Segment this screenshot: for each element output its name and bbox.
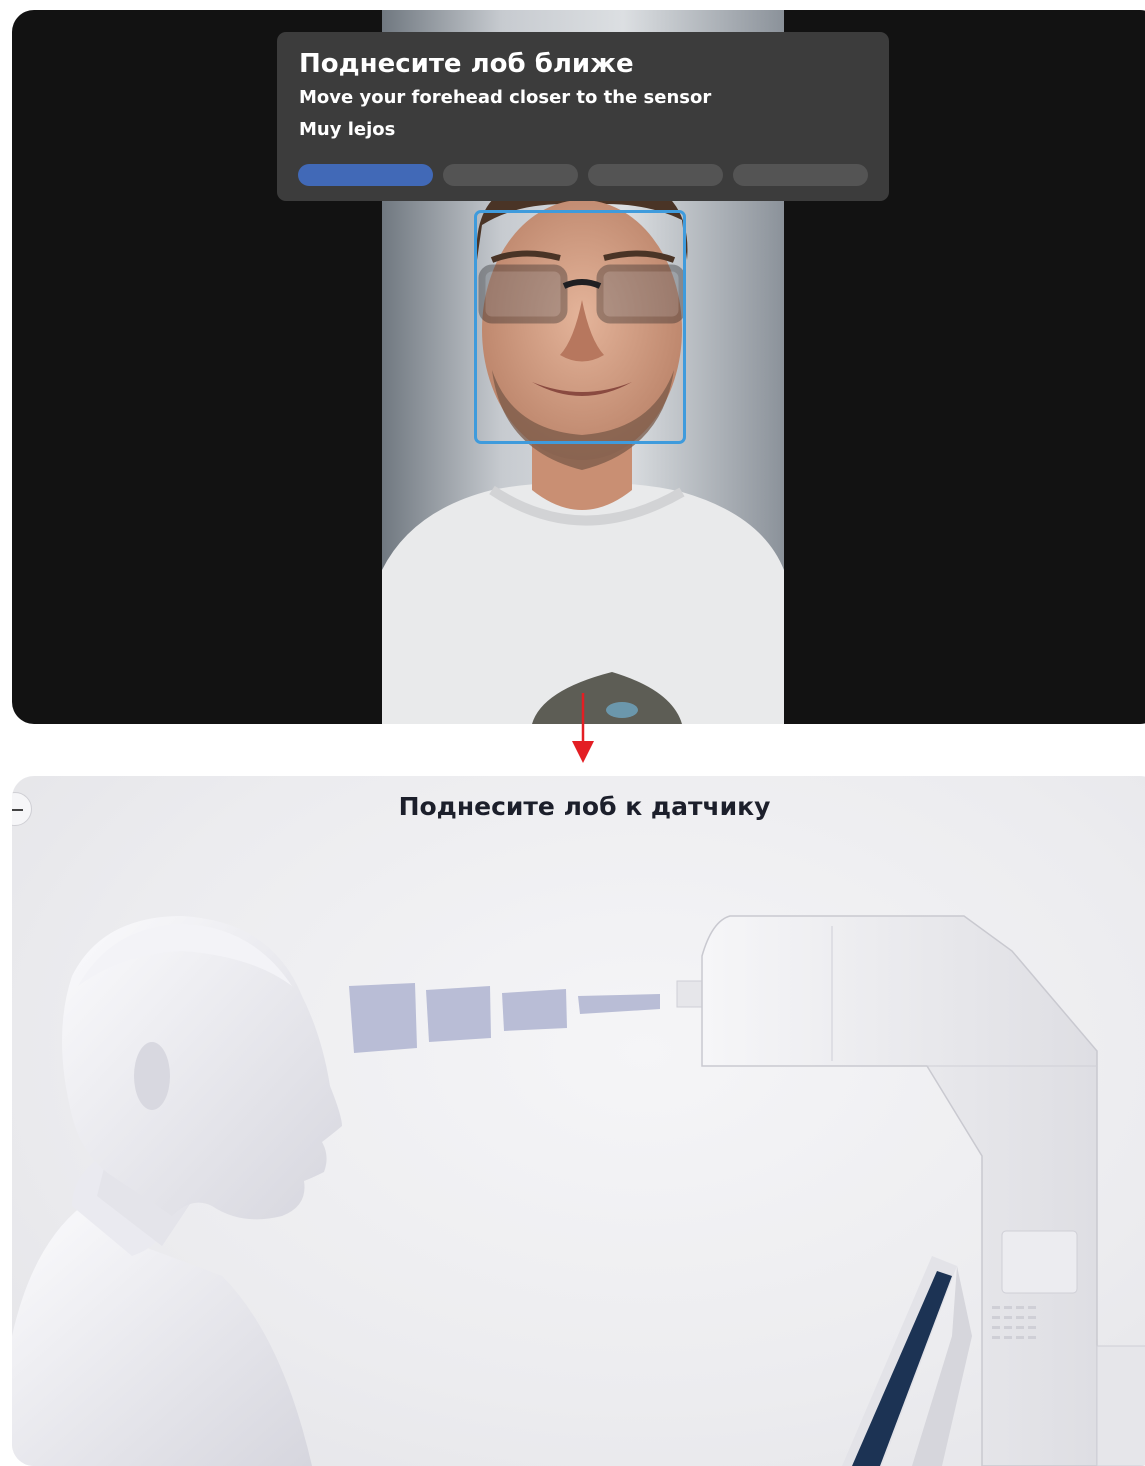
progress-indicator	[298, 164, 868, 186]
instruction-title: Поднесите лоб к датчику	[398, 792, 771, 821]
face-detection-frame	[474, 210, 686, 444]
progress-segment	[733, 164, 868, 186]
prompt-subtitle-en: Move your forehead closer to the sensor	[299, 87, 712, 108]
person-figure	[12, 916, 342, 1466]
sensor-beam	[349, 983, 660, 1053]
prompt-title: Поднесите лоб ближе	[299, 49, 634, 79]
kiosk-device	[676, 915, 1145, 1466]
instruction-screen: Поднесите лоб к датчику	[12, 776, 1145, 1466]
prompt-panel: Поднесите лоб ближе Move your forehead c…	[277, 32, 889, 201]
camera-screen: Поднесите лоб ближе Move your forehead c…	[12, 10, 1145, 724]
down-arrow-icon	[572, 693, 594, 763]
sensor-illustration	[12, 915, 1145, 1466]
prompt-subtitle-es: Muy lejos	[299, 119, 396, 140]
progress-segment	[443, 164, 578, 186]
progress-segment	[588, 164, 723, 186]
progress-segment	[298, 164, 433, 186]
